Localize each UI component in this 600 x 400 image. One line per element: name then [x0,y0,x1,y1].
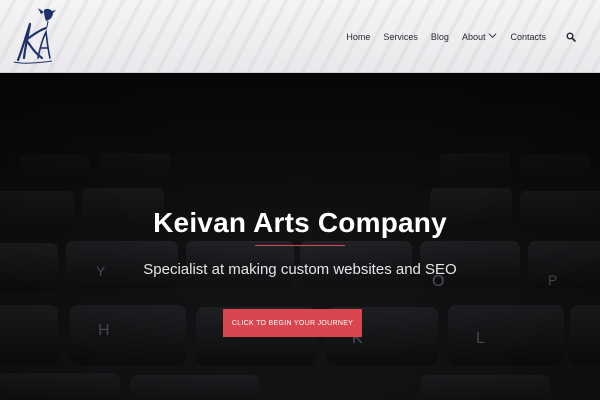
company-logo[interactable] [8,6,60,66]
hero-section: Y O P H K L Keivan Arts Company Speciali… [0,73,600,400]
nav-blog-label: Blog [430,32,449,42]
site-header: Home Services Blog About Contacts [0,0,600,73]
begin-journey-button[interactable]: CLICK TO BEGIN YOUR JOURNEY [223,309,362,337]
nav-blog[interactable]: Blog [431,32,449,42]
hero-divider [255,245,345,246]
hero-subtitle: Specialist at making custom websites and… [143,261,457,278]
hero-title: Keivan Arts Company [153,207,447,238]
chevron-down-icon [489,32,497,38]
nav-home-label: Home [346,32,371,42]
nav-services-label: Services [383,32,418,42]
nav-contacts-label: Contacts [510,32,546,42]
main-nav: Home Services Blog About Contacts [333,29,576,45]
search-icon[interactable] [566,32,576,42]
nav-about[interactable]: About [462,32,498,42]
nav-home[interactable]: Home [346,32,370,42]
nav-contacts[interactable]: Contacts [510,32,546,42]
nav-services[interactable]: Services [383,32,418,42]
nav-about-label: About [461,32,486,42]
